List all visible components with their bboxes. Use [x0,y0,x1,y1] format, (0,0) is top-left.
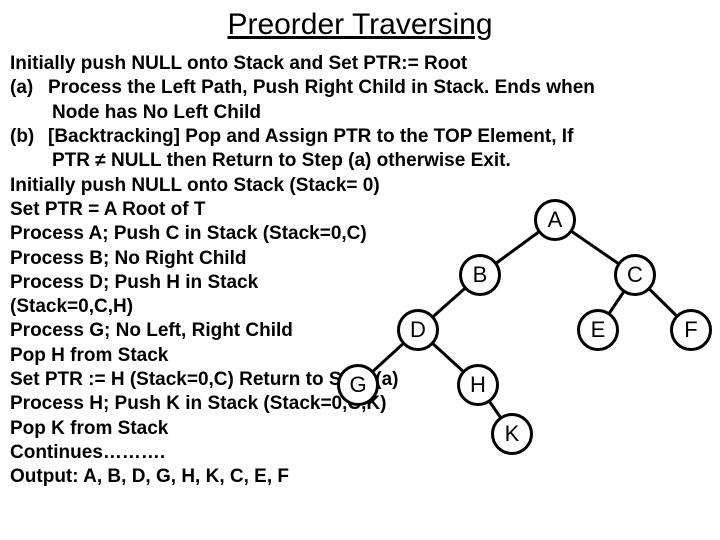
trace-l5: Process D; Push H in Stack [10,271,710,295]
intro-line: Initially push NULL onto Stack and Set P… [10,52,710,76]
trace-l7: Process G; No Left, Right Child [10,319,710,343]
step-a-label: (a) [10,76,48,100]
step-b-text2: PTR ≠ NULL then Return to Step (a) other… [10,149,710,173]
step-b-label: (b) [10,125,48,149]
trace-l10: Process H; Push K in Stack (Stack=0,C,K) [10,392,710,416]
trace-l13: Output: A, B, D, G, H, K, C, E, F [10,465,710,489]
trace-l9: Set PTR := H (Stack=0,C) Return to Step … [10,368,710,392]
step-a-text1: Process the Left Path, Push Right Child … [48,77,595,98]
trace-l6: (Stack=0,C,H) [10,295,710,319]
trace-l8: Pop H from Stack [10,344,710,368]
algorithm-text: Initially push NULL onto Stack and Set P… [10,52,710,490]
step-a-text2: Node has No Left Child [10,101,710,125]
page-title: Preorder Traversing [10,8,710,42]
step-b-line1: (b)[Backtracking] Pop and Assign PTR to … [10,125,710,149]
trace-l2: Set PTR = A Root of T [10,198,710,222]
trace-l11: Pop K from Stack [10,417,710,441]
trace-l3: Process A; Push C in Stack (Stack=0,C) [10,222,710,246]
step-a-line1: (a)Process the Left Path, Push Right Chi… [10,76,710,100]
step-b-text1: [Backtracking] Pop and Assign PTR to the… [48,126,573,147]
trace-l12: Continues………. [10,441,710,465]
trace-l4: Process B; No Right Child [10,247,710,271]
trace-l1: Initially push NULL onto Stack (Stack= 0… [10,174,710,198]
